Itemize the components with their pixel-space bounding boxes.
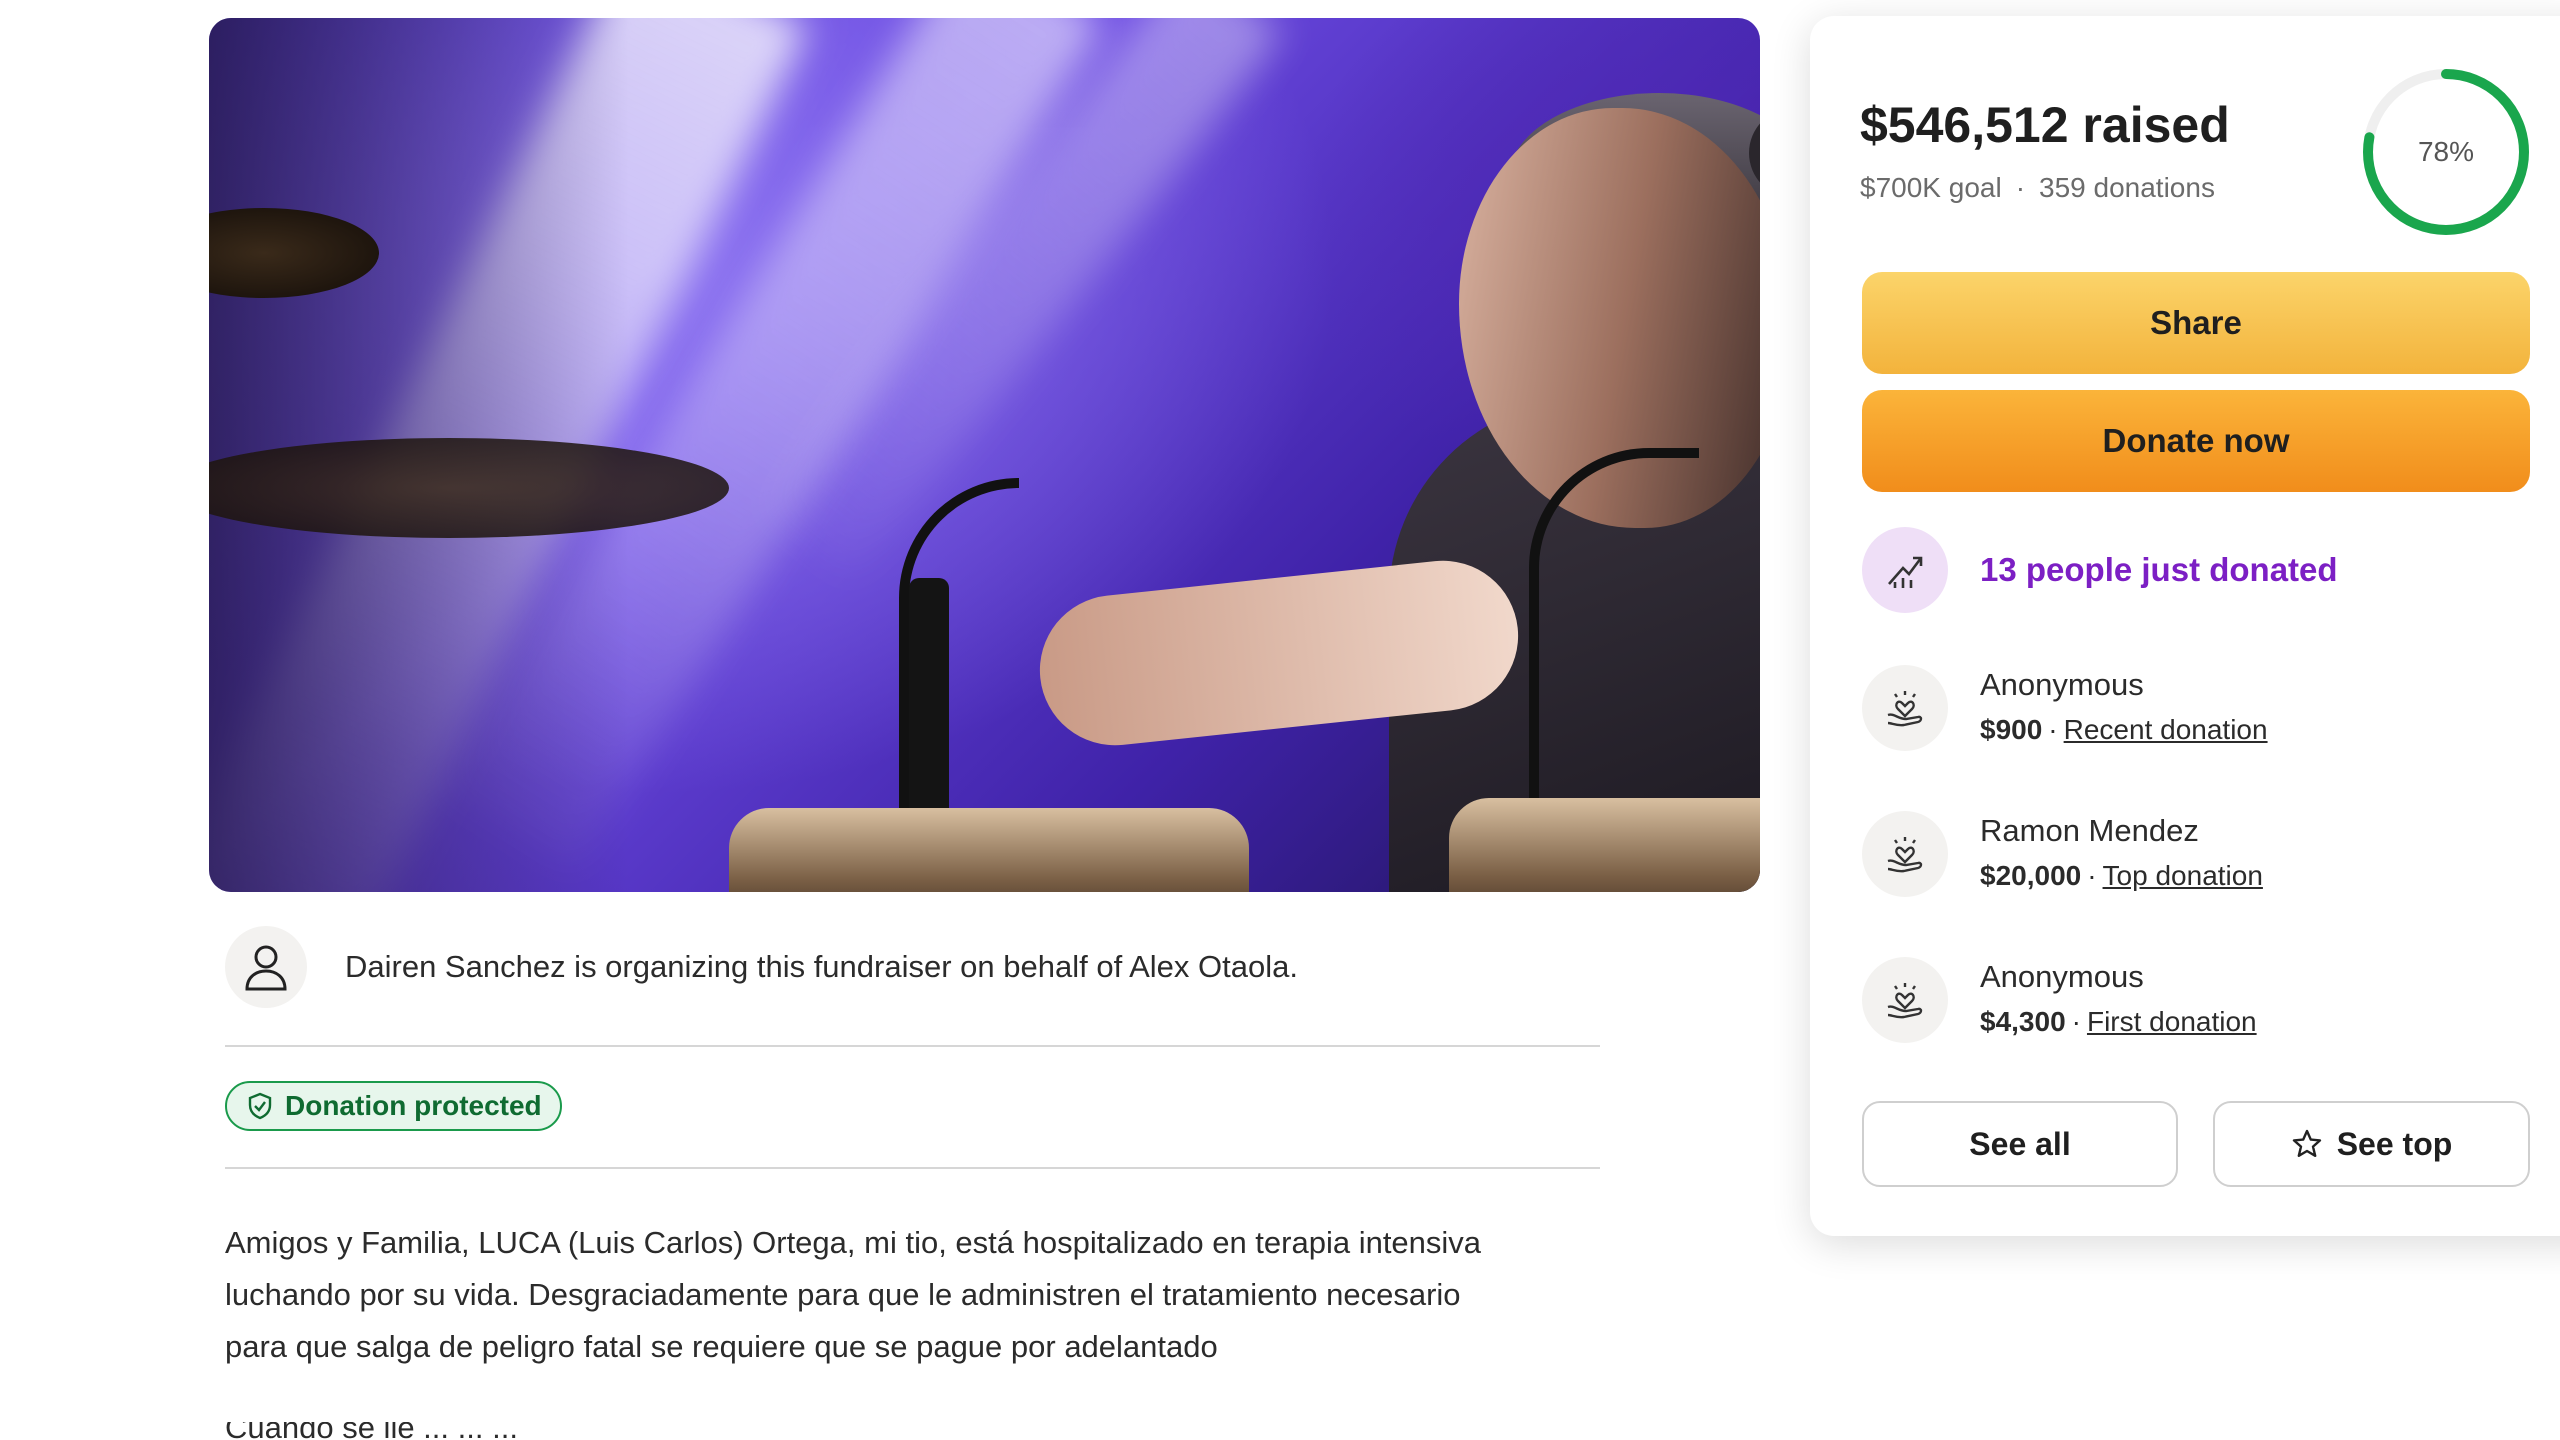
story-cutoff-line: Cuando se lle ... ... ... (225, 1422, 518, 1440)
heart-hand-icon (1862, 665, 1948, 751)
fundraiser-hero-image (209, 18, 1760, 892)
donation-protected-badge[interactable]: Donation protected (225, 1081, 562, 1131)
fundraiser-story: Amigos y Familia, LUCA (Luis Carlos) Ort… (225, 1217, 1625, 1373)
donor-separator: · (2087, 860, 2097, 891)
donor-tag-link[interactable]: First donation (2087, 1006, 2257, 1037)
donor-tag-link[interactable]: Recent donation (2064, 714, 2268, 745)
amount-raised: $546,512 raised (1860, 97, 2230, 153)
donor-item: Ramon Mendez $20,000 · Top donation (1862, 809, 2263, 899)
donor-name: Ramon Mendez (1980, 813, 2199, 848)
goal-summary: $700K goal · 359 donations (1860, 172, 2215, 204)
donations-count: 359 donations (2039, 172, 2215, 203)
badge-label: Donation protected (285, 1090, 542, 1121)
donor-amount: $900 (1980, 714, 2043, 745)
donor-name: Anonymous (1980, 667, 2144, 702)
donor-separator: · (2071, 1006, 2081, 1037)
donor-name: Anonymous (1980, 959, 2144, 994)
donate-now-button[interactable]: Donate now (1862, 390, 2530, 492)
donor-separator: · (2048, 714, 2058, 745)
divider (225, 1045, 1600, 1047)
story-line: Amigos y Familia, LUCA (Luis Carlos) Ort… (225, 1225, 1482, 1260)
see-all-button[interactable]: See all (1862, 1101, 2178, 1187)
story-line: luchando por su vida. Desgraciadamente p… (225, 1277, 1461, 1312)
heart-hand-icon (1862, 811, 1948, 897)
divider (225, 1167, 1600, 1169)
donor-amount: $4,300 (1980, 1006, 2066, 1037)
see-top-label: See top (2336, 1125, 2453, 1162)
donor-amount: $20,000 (1980, 860, 2082, 891)
donor-tag-link[interactable]: Top donation (2103, 860, 2263, 891)
star-outline-icon (2292, 1129, 2321, 1157)
heart-hand-icon (1862, 957, 1948, 1043)
goal-amount: $700K goal (1860, 172, 2002, 203)
progress-percent: 78% (2417, 136, 2475, 167)
see-top-button[interactable]: See top (2213, 1101, 2530, 1187)
shield-check-icon (248, 1092, 272, 1120)
goal-separator: · (2015, 172, 2026, 203)
person-outline-icon (225, 926, 307, 1008)
trending-up-icon (1862, 527, 1948, 613)
donor-item: Anonymous $900 · Recent donation (1862, 663, 2268, 753)
story-line: para que salga de peligro fatal se requi… (225, 1329, 1218, 1364)
recent-activity-text: 13 people just donated (1980, 551, 2338, 588)
recent-activity[interactable]: 13 people just donated (1862, 527, 2338, 613)
see-all-label: See all (1969, 1125, 2071, 1162)
share-button[interactable]: Share (1862, 272, 2530, 374)
organizer-row: Dairen Sanchez is organizing this fundra… (225, 926, 1298, 1008)
organizer-text: Dairen Sanchez is organizing this fundra… (345, 949, 1298, 984)
donor-item: Anonymous $4,300 · First donation (1862, 955, 2257, 1045)
